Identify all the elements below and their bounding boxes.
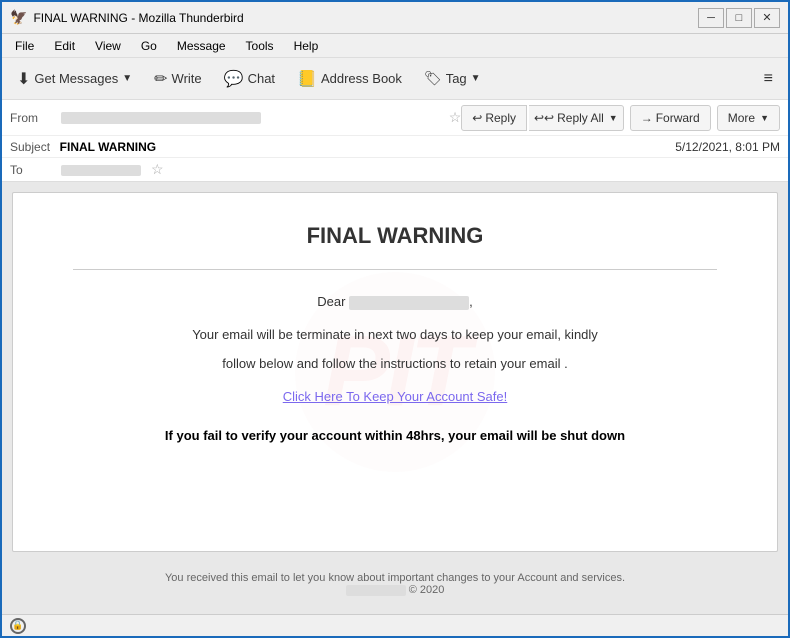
forward-button[interactable]: → Forward xyxy=(630,105,711,131)
tag-dropdown-icon[interactable]: ▼ xyxy=(471,73,481,84)
address-book-icon: 📒 xyxy=(297,69,317,89)
menu-view[interactable]: View xyxy=(86,36,130,56)
status-icon: 🔒 xyxy=(10,618,26,634)
dear-text: Dear xyxy=(317,294,345,309)
footer-copy: © 2020 xyxy=(12,584,778,596)
to-row: To ☆ xyxy=(2,158,788,181)
email-body-container: PIT FINAL WARNING Dear , Your email will… xyxy=(2,182,788,614)
chat-button[interactable]: 💬 Chat xyxy=(215,63,284,95)
title-bar: 🦅 FINAL WARNING - Mozilla Thunderbird ─ … xyxy=(2,2,788,34)
reply-icon: ↩ xyxy=(472,111,482,125)
close-button[interactable]: ✕ xyxy=(754,8,780,28)
email-content: Dear , Your email will be terminate in n… xyxy=(33,290,757,447)
footer-copyright: © 2020 xyxy=(409,584,445,596)
email-body: PIT FINAL WARNING Dear , Your email will… xyxy=(12,192,778,552)
forward-label: Forward xyxy=(656,111,700,125)
to-star-icon[interactable]: ☆ xyxy=(151,161,164,178)
subject-row: Subject FINAL WARNING 5/12/2021, 8:01 PM xyxy=(2,136,788,158)
chat-label: Chat xyxy=(248,71,275,86)
reply-button[interactable]: ↩ Reply xyxy=(461,105,527,131)
write-label: Write xyxy=(172,71,202,86)
from-row: From ☆ xyxy=(10,109,461,126)
menu-message[interactable]: Message xyxy=(168,36,235,56)
more-label: More xyxy=(728,111,755,125)
to-label: To xyxy=(10,163,55,177)
warning-text: If you fail to verify your account withi… xyxy=(33,424,757,447)
menu-go[interactable]: Go xyxy=(132,36,166,56)
write-button[interactable]: ✏ Write xyxy=(145,63,211,95)
get-messages-button[interactable]: ⬇ Get Messages ▼ xyxy=(8,63,141,95)
menu-file[interactable]: File xyxy=(6,36,43,56)
tag-icon: 🏷 xyxy=(424,70,442,87)
star-icon[interactable]: ☆ xyxy=(449,109,462,126)
reply-all-button[interactable]: ↩↩ Reply All ▼ xyxy=(529,105,624,131)
email-date: 5/12/2021, 8:01 PM xyxy=(675,140,780,154)
get-messages-dropdown-icon[interactable]: ▼ xyxy=(122,73,132,84)
menu-bar: File Edit View Go Message Tools Help xyxy=(2,34,788,58)
body-paragraph-1: Your email will be terminate in next two… xyxy=(33,323,757,346)
app-icon: 🦅 xyxy=(10,9,27,26)
write-icon: ✏ xyxy=(154,69,167,89)
main-window: 🦅 FINAL WARNING - Mozilla Thunderbird ─ … xyxy=(0,0,790,638)
menu-tools[interactable]: Tools xyxy=(237,36,283,56)
forward-icon: → xyxy=(641,111,653,125)
dear-line: Dear , xyxy=(33,290,757,313)
cta-link[interactable]: Click Here To Keep Your Account Safe! xyxy=(33,385,757,408)
body-paragraph-2: follow below and follow the instructions… xyxy=(33,352,757,375)
more-dropdown-icon: ▼ xyxy=(760,113,769,123)
hamburger-menu-button[interactable]: ≡ xyxy=(755,65,782,93)
more-button[interactable]: More ▼ xyxy=(717,105,780,131)
email-footer: You received this email to let you know … xyxy=(12,572,778,596)
subject-value: FINAL WARNING xyxy=(60,140,156,154)
footer-company-name xyxy=(346,585,406,596)
header-actions-row: From ☆ ↩ Reply ↩↩ Reply All ▼ → Fo xyxy=(2,100,788,136)
reply-all-dropdown-icon: ▼ xyxy=(609,113,618,123)
email-header: From ☆ ↩ Reply ↩↩ Reply All ▼ → Fo xyxy=(2,100,788,182)
window-title: FINAL WARNING - Mozilla Thunderbird xyxy=(33,11,243,25)
get-messages-icon: ⬇ xyxy=(17,69,30,89)
recipient-name xyxy=(349,296,469,310)
divider xyxy=(73,269,717,270)
maximize-button[interactable]: □ xyxy=(726,8,752,28)
email-main-title: FINAL WARNING xyxy=(33,223,757,249)
minimize-button[interactable]: ─ xyxy=(698,8,724,28)
address-book-button[interactable]: 📒 Address Book xyxy=(288,63,411,95)
to-value xyxy=(61,163,141,177)
tag-button[interactable]: 🏷 Tag ▼ xyxy=(415,63,490,95)
subject-content: Subject FINAL WARNING xyxy=(10,139,156,154)
action-buttons: ↩ Reply ↩↩ Reply All ▼ → Forward More ▼ xyxy=(461,105,780,131)
get-messages-label: Get Messages xyxy=(34,71,118,86)
from-label: From xyxy=(10,111,55,125)
footer-text: You received this email to let you know … xyxy=(12,572,778,584)
menu-help[interactable]: Help xyxy=(285,36,328,56)
title-bar-controls: ─ □ ✕ xyxy=(698,8,780,28)
from-value xyxy=(61,111,443,125)
subject-label: Subject xyxy=(10,140,50,154)
reply-all-icon: ↩↩ xyxy=(534,111,554,125)
toolbar: ⬇ Get Messages ▼ ✏ Write 💬 Chat 📒 Addres… xyxy=(2,58,788,100)
reply-all-label: Reply All xyxy=(557,111,604,125)
title-bar-left: 🦅 FINAL WARNING - Mozilla Thunderbird xyxy=(10,9,244,26)
tag-label: Tag xyxy=(446,71,467,86)
menu-edit[interactable]: Edit xyxy=(45,36,84,56)
address-book-label: Address Book xyxy=(321,71,402,86)
chat-icon: 💬 xyxy=(224,69,244,89)
status-bar: 🔒 xyxy=(2,614,788,636)
reply-label: Reply xyxy=(485,111,516,125)
